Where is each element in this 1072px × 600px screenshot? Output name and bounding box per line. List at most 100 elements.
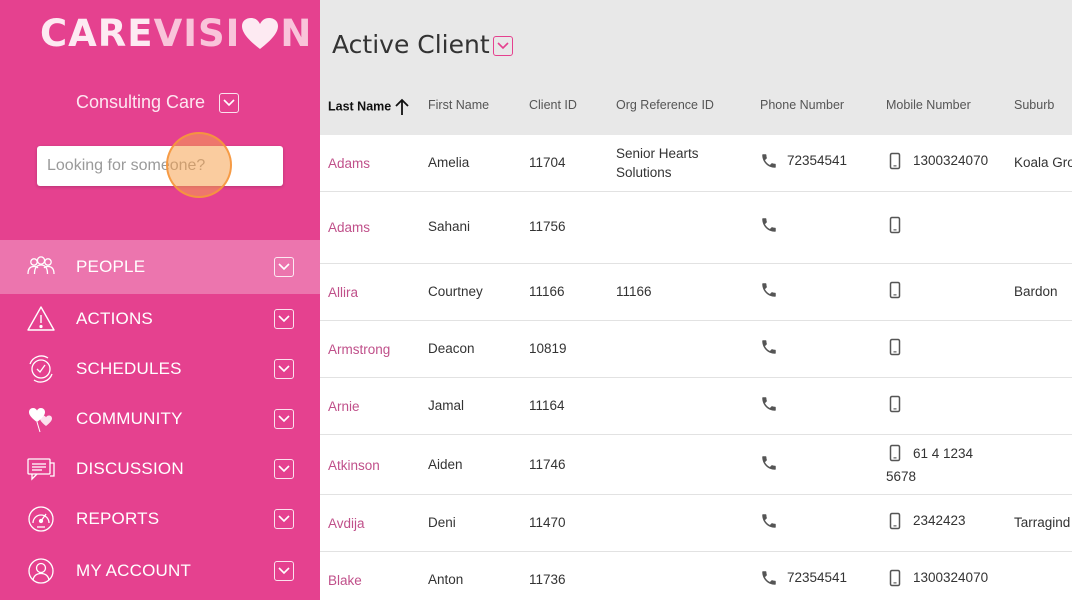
mobile-cell: 61 4 1234 5678 bbox=[886, 446, 974, 484]
column-header-suburb[interactable]: Suburb bbox=[1014, 98, 1054, 112]
phone-icon[interactable] bbox=[760, 152, 778, 170]
table-header-area: Active Client Last Name First Name Clien… bbox=[320, 0, 1072, 135]
people-icon bbox=[26, 252, 56, 282]
first-name-cell: Jamal bbox=[428, 398, 465, 413]
search-box[interactable] bbox=[37, 146, 283, 186]
phone-icon[interactable] bbox=[760, 512, 778, 530]
nav-item-schedules[interactable]: SCHEDULES bbox=[0, 344, 320, 394]
nav-label-schedules: SCHEDULES bbox=[76, 359, 182, 378]
nav-item-reports[interactable]: REPORTS bbox=[0, 494, 320, 544]
client-id-cell: 10819 bbox=[529, 341, 567, 356]
org-selector[interactable]: Consulting Care bbox=[76, 92, 240, 113]
client-id-cell: 11756 bbox=[529, 219, 566, 234]
last-name-link[interactable]: Adams bbox=[328, 156, 370, 171]
nav-label-actions: ACTIONS bbox=[76, 309, 153, 328]
table-row[interactable]: Blake Anton 11736 72354541 1300324070 bbox=[320, 552, 1072, 600]
nav-label-community: COMMUNITY bbox=[76, 409, 183, 428]
last-name-link[interactable]: Adams bbox=[328, 220, 370, 235]
last-name-link[interactable]: Avdija bbox=[328, 516, 365, 531]
column-header-client-id[interactable]: Client ID bbox=[529, 98, 577, 112]
first-name-cell: Aiden bbox=[428, 457, 463, 472]
org-ref-cell: 11166 bbox=[616, 284, 652, 299]
first-name-cell: Amelia bbox=[428, 155, 470, 170]
heart-icon bbox=[241, 17, 279, 51]
chevron-down-icon[interactable] bbox=[274, 257, 294, 277]
table-row[interactable]: Avdija Deni 11470 2342423 Tarragind bbox=[320, 495, 1072, 552]
nav-item-community[interactable]: COMMUNITY bbox=[0, 394, 320, 444]
nav-item-actions[interactable]: ACTIONS bbox=[0, 294, 320, 344]
nav-label-discussion: DISCUSSION bbox=[76, 459, 184, 478]
nav-item-account[interactable]: MY ACCOUNT bbox=[0, 544, 320, 598]
mobile-icon[interactable] bbox=[886, 152, 904, 170]
suburb-cell: Koala Gro bbox=[1014, 155, 1072, 170]
mobile-cell: 1300324070 bbox=[913, 153, 989, 168]
sidebar: CARE VISI N Consulting Care PEOPLE bbox=[0, 0, 320, 600]
mobile-icon[interactable] bbox=[886, 512, 904, 530]
clock-icon bbox=[26, 354, 56, 384]
table-row[interactable]: Adams Sahani 11756 bbox=[320, 192, 1072, 264]
phone-icon[interactable] bbox=[760, 281, 778, 299]
chevron-down-icon[interactable] bbox=[274, 359, 294, 379]
phone-icon[interactable] bbox=[760, 338, 778, 356]
table-row[interactable]: Allira Courtney 11166 11166 Bardon bbox=[320, 264, 1072, 321]
org-name: Consulting Care bbox=[76, 92, 206, 112]
last-name-link[interactable]: Arnie bbox=[328, 399, 360, 414]
mobile-icon[interactable] bbox=[886, 569, 904, 587]
nav-item-discussion[interactable]: DISCUSSION bbox=[0, 444, 320, 494]
chevron-down-icon[interactable] bbox=[493, 36, 513, 56]
chevron-down-icon[interactable] bbox=[274, 561, 294, 581]
table-row[interactable]: Armstrong Deacon 10819 bbox=[320, 321, 1072, 378]
last-name-link[interactable]: Armstrong bbox=[328, 342, 390, 357]
column-header-last-name[interactable]: Last Name bbox=[328, 98, 409, 116]
client-id-cell: 11470 bbox=[529, 515, 566, 530]
logo-care-text: CARE bbox=[40, 12, 154, 55]
org-ref-cell: Senior Hearts Solutions bbox=[616, 146, 699, 180]
client-id-cell: 11166 bbox=[529, 284, 565, 299]
phone-icon[interactable] bbox=[760, 569, 778, 587]
phone-icon[interactable] bbox=[760, 454, 778, 472]
phone-icon[interactable] bbox=[760, 216, 778, 234]
sort-ascending-icon bbox=[395, 98, 409, 116]
chevron-down-icon[interactable] bbox=[274, 309, 294, 329]
mobile-icon[interactable] bbox=[886, 216, 904, 234]
chevron-down-icon[interactable] bbox=[274, 409, 294, 429]
first-name-cell: Sahani bbox=[428, 219, 471, 234]
table-row[interactable]: Atkinson Aiden 11746 61 4 1234 5678 bbox=[320, 435, 1072, 495]
table-row[interactable]: Arnie Jamal 11164 bbox=[320, 378, 1072, 435]
page-title: Active Client bbox=[332, 30, 490, 59]
nav-label-people: PEOPLE bbox=[76, 257, 146, 276]
column-header-phone-number[interactable]: Phone Number bbox=[760, 98, 844, 112]
phone-cell: 72354541 bbox=[787, 153, 848, 168]
chat-icon bbox=[26, 454, 56, 484]
chevron-down-icon[interactable] bbox=[219, 92, 240, 113]
search-input[interactable] bbox=[37, 146, 283, 186]
column-header-mobile-number[interactable]: Mobile Number bbox=[886, 98, 971, 112]
last-name-link[interactable]: Blake bbox=[328, 573, 362, 588]
mobile-icon[interactable] bbox=[886, 395, 904, 413]
main-nav: PEOPLE ACTIONS SCHEDULES COMMUNITY DISCU… bbox=[0, 240, 320, 598]
client-id-cell: 11746 bbox=[529, 457, 566, 472]
last-name-link[interactable]: Atkinson bbox=[328, 458, 380, 473]
column-header-first-name[interactable]: First Name bbox=[428, 98, 489, 112]
column-header-org-reference-id[interactable]: Org Reference ID bbox=[616, 98, 714, 112]
suburb-cell: Bardon bbox=[1014, 284, 1058, 299]
table-row[interactable]: Adams Amelia 11704 Senior Hearts Solutio… bbox=[320, 135, 1072, 192]
phone-icon[interactable] bbox=[760, 395, 778, 413]
mobile-cell: 1300324070 bbox=[913, 570, 989, 585]
first-name-cell: Anton bbox=[428, 572, 464, 587]
first-name-cell: Deni bbox=[428, 515, 456, 530]
first-name-cell: Deacon bbox=[428, 341, 475, 356]
gauge-icon bbox=[26, 504, 56, 534]
mobile-icon[interactable] bbox=[886, 281, 904, 299]
hearts-icon bbox=[26, 404, 56, 434]
chevron-down-icon[interactable] bbox=[274, 509, 294, 529]
client-id-cell: 11736 bbox=[529, 572, 566, 587]
nav-item-people[interactable]: PEOPLE bbox=[0, 240, 320, 294]
user-icon bbox=[26, 556, 56, 586]
last-name-link[interactable]: Allira bbox=[328, 285, 358, 300]
mobile-icon[interactable] bbox=[886, 338, 904, 356]
first-name-cell: Courtney bbox=[428, 284, 483, 299]
carevision-logo[interactable]: CARE VISI N bbox=[40, 12, 312, 55]
chevron-down-icon[interactable] bbox=[274, 459, 294, 479]
column-header-label: Last Name bbox=[328, 99, 392, 114]
